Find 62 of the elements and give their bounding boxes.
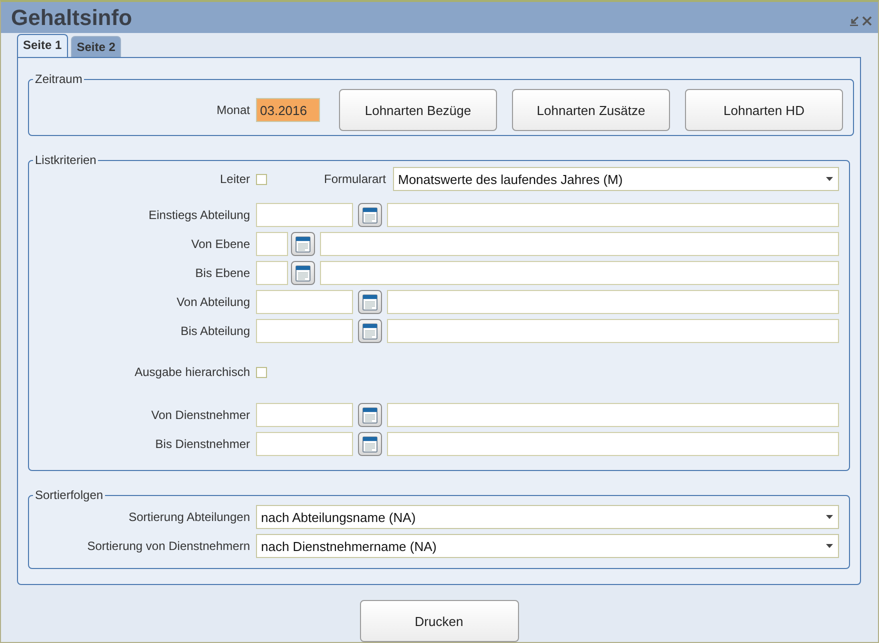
calendar-icon xyxy=(361,206,379,224)
tab[interactable]: Seite 2 xyxy=(70,36,122,57)
field-label: Von Ebene xyxy=(190,237,251,251)
dropdown-arrow-icon xyxy=(826,515,833,519)
field-label: Formularart xyxy=(322,172,387,186)
calendar-icon xyxy=(294,264,312,282)
field-label: Sortierung von Dienstnehmern xyxy=(86,539,251,553)
calendar-icon xyxy=(361,435,379,453)
lookup-button[interactable] xyxy=(358,319,382,343)
restore-icon[interactable] xyxy=(849,16,859,26)
calendar-icon xyxy=(361,322,379,340)
input-field[interactable] xyxy=(387,290,839,314)
field-label: Von Abteilung xyxy=(176,295,251,309)
input-field[interactable] xyxy=(256,290,353,314)
dropdown-arrow-icon xyxy=(826,544,833,548)
wage-type-button[interactable]: Lohnarten Zusätze xyxy=(512,89,670,131)
dropdown-arrow-icon xyxy=(826,177,833,181)
calendar-icon xyxy=(361,293,379,311)
input-field[interactable] xyxy=(256,203,353,227)
lookup-button[interactable] xyxy=(291,232,315,256)
checkbox-label: Ausgabe hierarchisch xyxy=(134,365,251,379)
print-button[interactable]: Drucken xyxy=(360,600,518,642)
field-label: Von Dienstnehmer xyxy=(150,408,251,422)
section-legend: Zeitraum xyxy=(33,72,84,86)
field-label: Einstiegs Abteilung xyxy=(148,208,251,222)
window-title: Gehaltsinfo xyxy=(11,4,134,30)
input-field[interactable] xyxy=(256,432,353,456)
calendar-icon xyxy=(294,235,312,253)
input-field[interactable] xyxy=(256,232,288,256)
input-field[interactable] xyxy=(387,203,839,227)
wage-type-button[interactable]: Lohnarten HD xyxy=(685,89,843,131)
lookup-button[interactable] xyxy=(358,203,382,227)
input-field[interactable] xyxy=(320,261,839,285)
field-label: Bis Dienstnehmer xyxy=(154,437,251,451)
section-legend: Listkriterien xyxy=(33,153,98,167)
input-field[interactable] xyxy=(256,319,353,343)
field-label: Sortierung Abteilungen xyxy=(128,510,251,524)
field-label: Monat xyxy=(216,103,251,117)
month-field[interactable]: 03.2016 xyxy=(256,98,320,122)
checkbox[interactable] xyxy=(256,174,267,184)
lookup-button[interactable] xyxy=(358,290,382,314)
field-label: Bis Ebene xyxy=(194,266,251,280)
checkbox[interactable] xyxy=(256,366,267,378)
input-field[interactable] xyxy=(256,403,353,427)
lookup-button[interactable] xyxy=(291,261,315,285)
input-field[interactable] xyxy=(320,232,839,256)
input-field[interactable] xyxy=(387,432,839,456)
tab[interactable]: Seite 1 xyxy=(17,34,68,57)
field-label: Bis Abteilung xyxy=(180,324,251,338)
wage-type-button[interactable]: Lohnarten Bezüge xyxy=(339,89,497,131)
calendar-icon xyxy=(361,406,379,424)
input-field[interactable] xyxy=(387,319,839,343)
lookup-button[interactable] xyxy=(358,403,382,427)
lookup-button[interactable] xyxy=(358,432,382,456)
dropdown[interactable]: nach Abteilungsname (NA) xyxy=(256,505,839,529)
input-field[interactable] xyxy=(387,403,839,427)
checkbox-label: Leiter xyxy=(218,172,251,186)
dropdown[interactable]: Monatswerte des laufendes Jahres (M) xyxy=(393,167,839,191)
close-icon[interactable] xyxy=(862,16,872,26)
dropdown[interactable]: nach Dienstnehmername (NA) xyxy=(256,534,839,558)
section-legend: Sortierfolgen xyxy=(33,488,106,502)
input-field[interactable] xyxy=(256,261,288,285)
